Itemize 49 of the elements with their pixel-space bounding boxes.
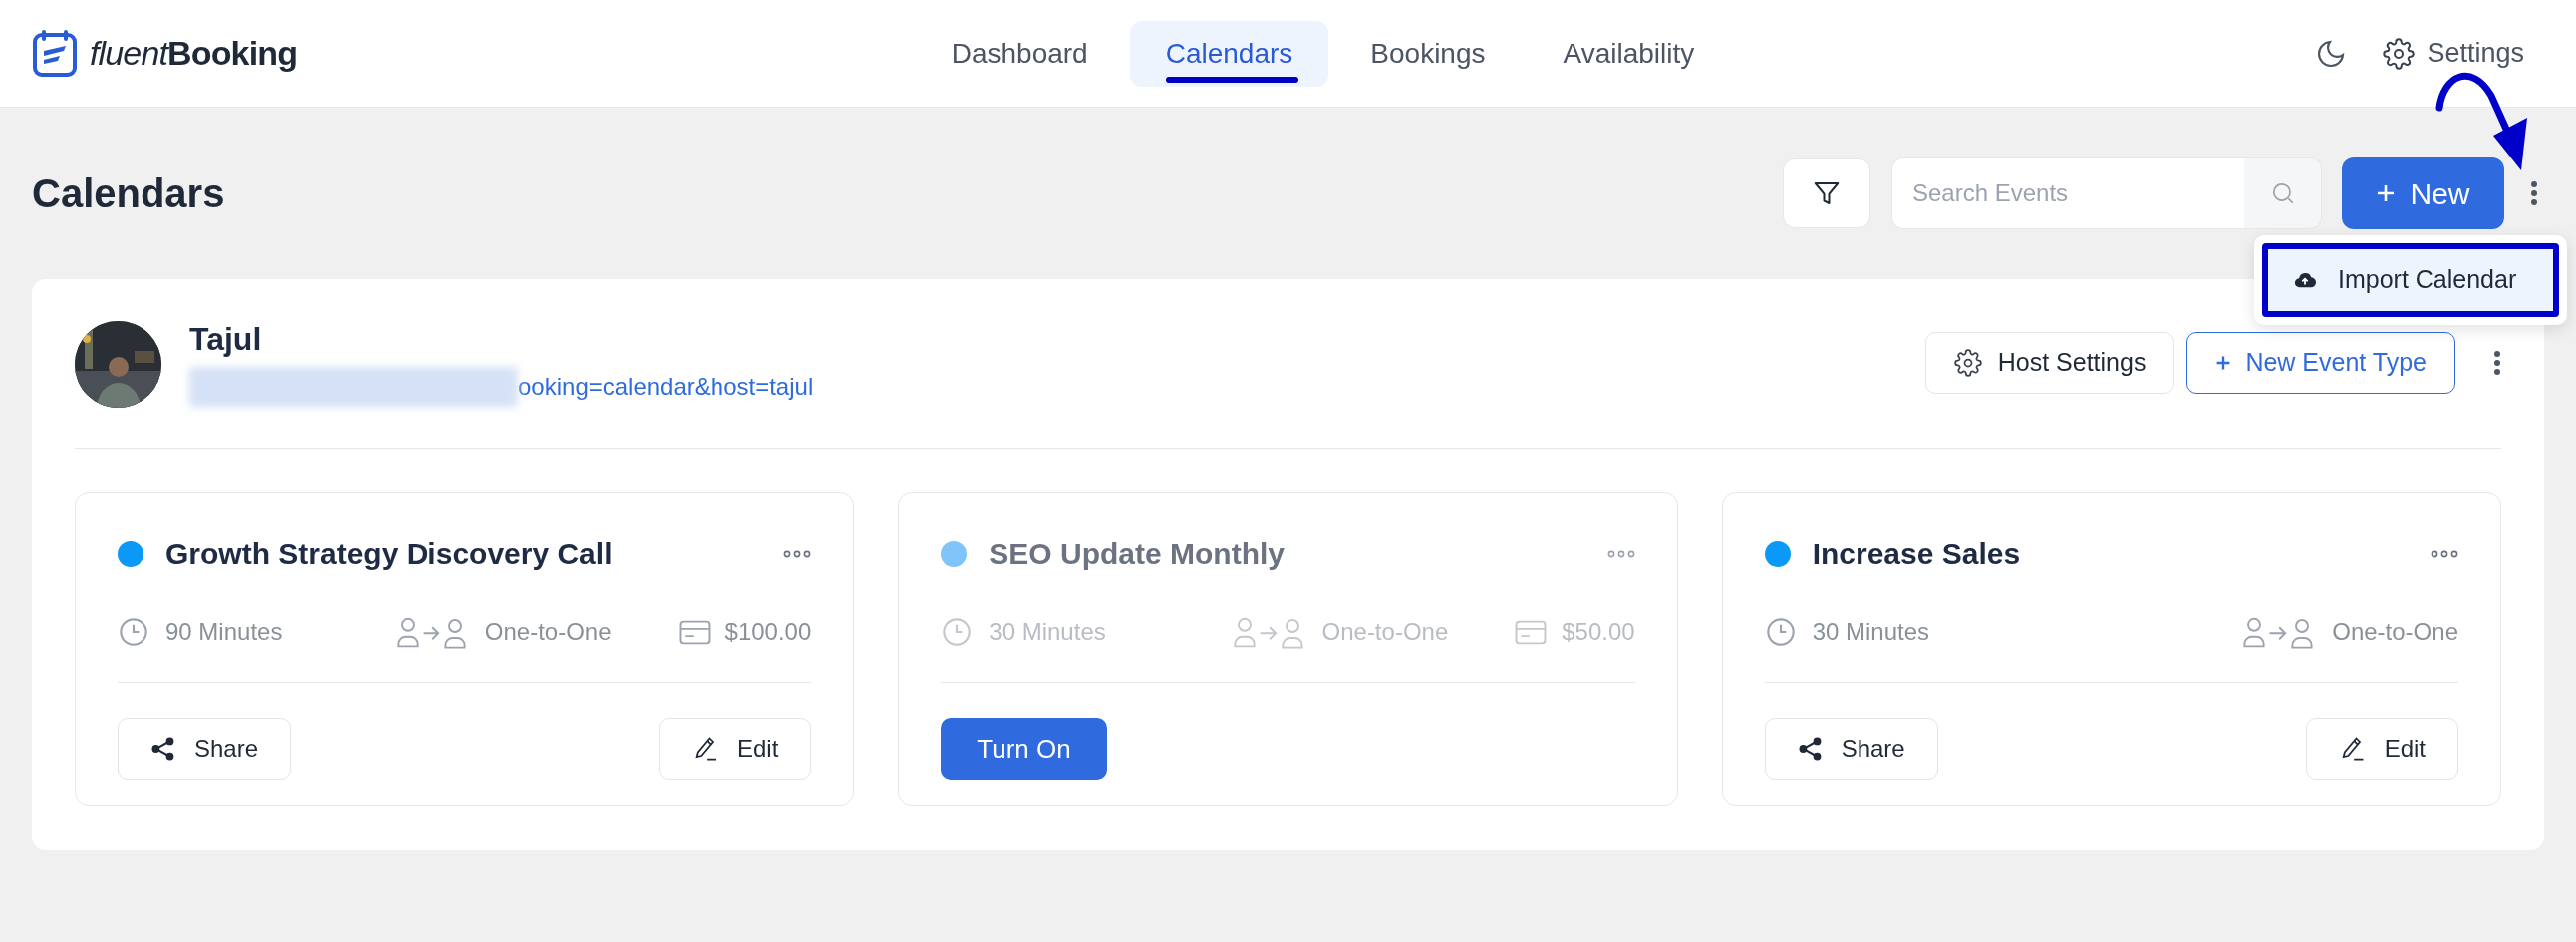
duration: 30 Minutes [989, 617, 1106, 647]
host-name: Tajul [189, 320, 263, 359]
edit-button[interactable]: Edit [658, 718, 812, 780]
turn-on-button[interactable]: Turn On [941, 718, 1107, 780]
event-type: One-to-One [2332, 617, 2458, 647]
brand-name: fluentBooking [90, 33, 298, 74]
duration: 90 Minutes [165, 617, 283, 647]
booking-link[interactable]: ooking=calendar&host=tajul [518, 369, 814, 405]
price: $50.00 [1562, 617, 1635, 647]
new-event-type-button[interactable]: New Event Type [2186, 332, 2455, 394]
clock-icon [1764, 616, 1797, 648]
settings-link[interactable]: Settings [2383, 33, 2524, 74]
nav-tab[interactable]: Availability [1527, 20, 1731, 87]
new-button[interactable]: New [2342, 157, 2504, 229]
kebab-menu-icon[interactable] [2530, 180, 2538, 206]
share-button[interactable]: Share [1764, 718, 1938, 780]
share-button[interactable]: Share [118, 718, 292, 780]
kebab-menu-icon[interactable] [2493, 350, 2501, 376]
logo-icon [32, 28, 80, 79]
edit-button[interactable]: Edit [2305, 718, 2458, 780]
page-title: Calendars [32, 170, 226, 217]
event-title: Growth Strategy Discovery Call [165, 536, 614, 572]
person-to-person-icon [395, 615, 467, 649]
plus-icon [2376, 183, 2397, 203]
share-icon [150, 736, 176, 762]
person-to-person-icon [2242, 615, 2315, 649]
plus-icon [2215, 355, 2232, 371]
nav-tab[interactable]: Dashboard [915, 20, 1124, 87]
event-type: One-to-One [484, 617, 612, 647]
event-title: Increase Sales [1812, 536, 2022, 572]
host-settings-button[interactable]: Host Settings [1924, 332, 2175, 394]
more-icon[interactable] [2431, 549, 2458, 558]
settings-icon [2383, 37, 2416, 70]
nav-tab[interactable]: Calendars [1129, 20, 1329, 87]
duration: 30 Minutes [1812, 617, 1930, 647]
person-to-person-icon [1232, 615, 1304, 649]
event-title: SEO Update Monthly [989, 536, 1286, 572]
more-icon[interactable] [783, 549, 812, 558]
filter-button[interactable] [1783, 158, 1870, 228]
more-icon[interactable] [1606, 549, 1635, 558]
clock-icon [118, 616, 149, 648]
price: $100.00 [724, 617, 812, 647]
event-type: One-to-One [1321, 617, 1449, 647]
menu-item[interactable]: Import Calendar [2262, 243, 2559, 317]
nav-tab[interactable]: Bookings [1334, 20, 1522, 87]
clock-icon [941, 616, 974, 648]
settings-icon [1953, 349, 1982, 377]
share-icon [1797, 736, 1824, 762]
cloud-upload-icon [2294, 271, 2316, 289]
